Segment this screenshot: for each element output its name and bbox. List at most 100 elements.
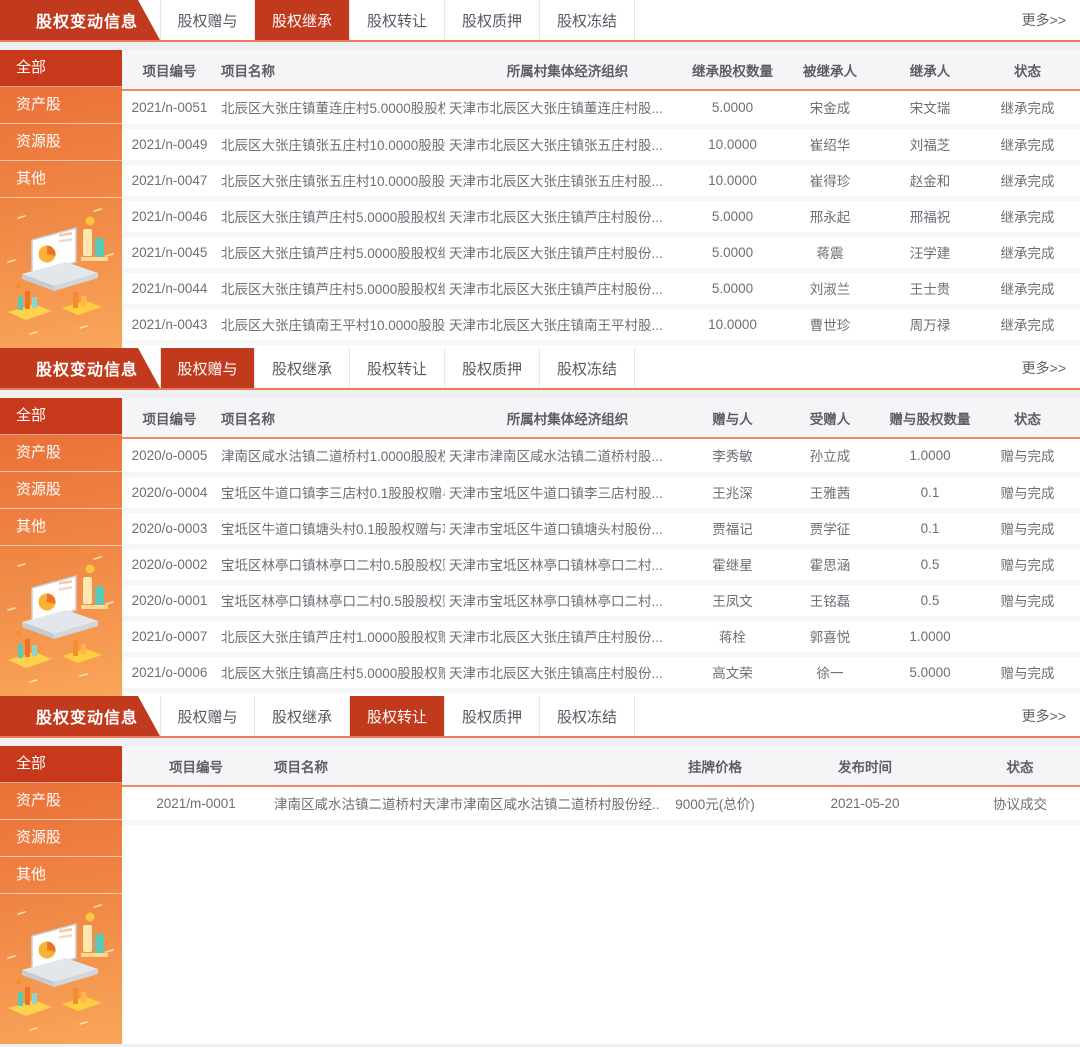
cell: 2021/n-0049 (122, 126, 217, 162)
cell: 宝坻区林亭口镇林亭口二村0.5股股权赠与... (217, 582, 445, 618)
more-link[interactable]: 更多>> (1022, 348, 1080, 388)
sidebar-item-其他[interactable]: 其他 (0, 161, 122, 198)
cell: 10.0000 (690, 306, 775, 342)
column-header-项目名称: 项目名称 (270, 746, 660, 786)
records-table-wrap: 项目编号项目名称所属村集体经济组织继承股权数量被继承人继承人状态2021/n-0… (122, 50, 1080, 348)
tab-股权冻结[interactable]: 股权冻结 (540, 696, 635, 736)
sidebar-item-资产股[interactable]: 资产股 (0, 87, 122, 124)
sidebar-item-资源股[interactable]: 资源股 (0, 124, 122, 161)
cell: 5.0000 (690, 90, 775, 126)
table-row[interactable]: 2021/o-0006北辰区大张庄镇高庄村5.0000股股权赠与...天津市北辰… (122, 654, 1080, 690)
cell: 2021/n-0045 (122, 234, 217, 270)
sidebar-item-资产股[interactable]: 资产股 (0, 435, 122, 472)
cell: 霍思涵 (775, 546, 885, 582)
column-header-继承股权数量: 继承股权数量 (690, 50, 775, 90)
cell: 9000元(总价) (660, 786, 770, 822)
tab-股权赠与[interactable]: 股权赠与 (160, 348, 255, 388)
tab-股权赠与[interactable]: 股权赠与 (160, 696, 255, 736)
cell: 王雅茜 (775, 474, 885, 510)
transfer-table: 项目编号项目名称挂牌价格发布时间状态2021/m-0001津南区咸水沽镇二道桥村… (122, 746, 1080, 825)
cell: 赠与完成 (975, 582, 1080, 618)
column-header-被继承人: 被继承人 (775, 50, 885, 90)
cell: 津南区咸水沽镇二道桥村1.0000股股权赠... (217, 438, 445, 474)
cell: 10.0000 (690, 162, 775, 198)
cell: 天津市宝坻区林亭口镇林亭口二村... (445, 582, 690, 618)
cell: 0.1 (885, 474, 975, 510)
cell: 北辰区大张庄镇高庄村5.0000股股权赠与... (217, 654, 445, 690)
tab-股权冻结[interactable]: 股权冻结 (540, 0, 635, 40)
cell: 宝坻区牛道口镇塘头村0.1股股权赠与项目 (217, 510, 445, 546)
tab-bar: 股权赠与股权继承股权转让股权质押股权冻结 (160, 0, 635, 40)
cell: 北辰区大张庄镇芦庄村5.0000股股权继承... (217, 234, 445, 270)
column-header-受赠人: 受赠人 (775, 398, 885, 438)
cell: 宝坻区林亭口镇林亭口二村0.5股股权赠与... (217, 546, 445, 582)
cell: 0.5 (885, 582, 975, 618)
cell: 霍继星 (690, 546, 775, 582)
cell: 宋金成 (775, 90, 885, 126)
cell: 高文荣 (690, 654, 775, 690)
cell: 孙立成 (775, 438, 885, 474)
more-link[interactable]: 更多>> (1022, 696, 1080, 736)
table-row[interactable]: 2021/n-0045北辰区大张庄镇芦庄村5.0000股股权继承...天津市北辰… (122, 234, 1080, 270)
table-row[interactable]: 2020/o-0005津南区咸水沽镇二道桥村1.0000股股权赠...天津市津南… (122, 438, 1080, 474)
table-row[interactable]: 2021/o-0007北辰区大张庄镇芦庄村1.0000股股权赠与...天津市北辰… (122, 618, 1080, 654)
tab-股权质押[interactable]: 股权质押 (445, 348, 540, 388)
tab-股权赠与[interactable]: 股权赠与 (160, 0, 255, 40)
table-row[interactable]: 2020/o-0001宝坻区林亭口镇林亭口二村0.5股股权赠与...天津市宝坻区… (122, 582, 1080, 618)
cell: 王士贵 (885, 270, 975, 306)
cell: 赠与完成 (975, 654, 1080, 690)
tab-股权转让[interactable]: 股权转让 (350, 348, 445, 388)
cell: 5.0000 (690, 234, 775, 270)
column-header-继承人: 继承人 (885, 50, 975, 90)
table-row[interactable]: 2021/n-0044北辰区大张庄镇芦庄村5.0000股股权继承...天津市北辰… (122, 270, 1080, 306)
tab-股权转让[interactable]: 股权转让 (350, 0, 445, 40)
cell: 2020/o-0001 (122, 582, 217, 618)
panel-header: 股权变动信息 股权赠与股权继承股权转让股权质押股权冻结 更多>> (0, 0, 1080, 42)
tab-股权继承[interactable]: 股权继承 (255, 348, 350, 388)
tab-bar: 股权赠与股权继承股权转让股权质押股权冻结 (160, 348, 635, 388)
cell: 汪学建 (885, 234, 975, 270)
sidebar-item-资源股[interactable]: 资源股 (0, 472, 122, 509)
sidebar-item-全部[interactable]: 全部 (0, 746, 122, 783)
panel-header: 股权变动信息 股权赠与股权继承股权转让股权质押股权冻结 更多>> (0, 348, 1080, 390)
table-row[interactable]: 2021/n-0047北辰区大张庄镇张五庄村10.0000股股权继...天津市北… (122, 162, 1080, 198)
cell: 王凤文 (690, 582, 775, 618)
cell: 0.5 (885, 546, 975, 582)
sidebar-item-全部[interactable]: 全部 (0, 398, 122, 435)
column-header-项目名称: 项目名称 (217, 50, 445, 90)
tab-股权质押[interactable]: 股权质押 (445, 696, 540, 736)
table-row[interactable]: 2021/n-0051北辰区大张庄镇董连庄村5.0000股股权继...天津市北辰… (122, 90, 1080, 126)
cell: 1.0000 (885, 438, 975, 474)
sidebar-item-其他[interactable]: 其他 (0, 509, 122, 546)
sidebar-item-其他[interactable]: 其他 (0, 857, 122, 894)
table-row[interactable]: 2021/n-0046北辰区大张庄镇芦庄村5.0000股股权继承...天津市北辰… (122, 198, 1080, 234)
cell: 蒋栓 (690, 618, 775, 654)
column-header-赠与人: 赠与人 (690, 398, 775, 438)
cell: 2021/n-0043 (122, 306, 217, 342)
panel-header: 股权变动信息 股权赠与股权继承股权转让股权质押股权冻结 更多>> (0, 696, 1080, 738)
tab-股权质押[interactable]: 股权质押 (445, 0, 540, 40)
table-row[interactable]: 2021/m-0001津南区咸水沽镇二道桥村天津市津南区咸水沽镇二道桥村股份经.… (122, 786, 1080, 822)
cell: 继承完成 (975, 126, 1080, 162)
sidebar-item-全部[interactable]: 全部 (0, 50, 122, 87)
cell: 王兆深 (690, 474, 775, 510)
sidebar-item-资源股[interactable]: 资源股 (0, 820, 122, 857)
tab-股权冻结[interactable]: 股权冻结 (540, 348, 635, 388)
column-header-赠与股权数量: 赠与股权数量 (885, 398, 975, 438)
cell: 2021/o-0006 (122, 654, 217, 690)
table-row[interactable]: 2020/o-0004宝坻区牛道口镇李三店村0.1股股权赠与项目天津市宝坻区牛道… (122, 474, 1080, 510)
tab-股权转让[interactable]: 股权转让 (350, 696, 445, 736)
table-row[interactable]: 2021/n-0043北辰区大张庄镇南王平村10.0000股股权继...天津市北… (122, 306, 1080, 342)
cell: 北辰区大张庄镇芦庄村5.0000股股权继承... (217, 270, 445, 306)
sidebar-item-资产股[interactable]: 资产股 (0, 783, 122, 820)
table-row[interactable]: 2020/o-0003宝坻区牛道口镇塘头村0.1股股权赠与项目天津市宝坻区牛道口… (122, 510, 1080, 546)
table-row[interactable]: 2021/n-0049北辰区大张庄镇张五庄村10.0000股股权继...天津市北… (122, 126, 1080, 162)
tab-股权继承[interactable]: 股权继承 (255, 0, 350, 40)
table-row[interactable]: 2020/o-0002宝坻区林亭口镇林亭口二村0.5股股权赠与...天津市宝坻区… (122, 546, 1080, 582)
tab-股权继承[interactable]: 股权继承 (255, 696, 350, 736)
equity-change-panel-gift: 股权变动信息 股权赠与股权继承股权转让股权质押股权冻结 更多>> 全部资产股资源… (0, 348, 1080, 696)
cell: 北辰区大张庄镇张五庄村10.0000股股权继... (217, 126, 445, 162)
cell: 2021/n-0051 (122, 90, 217, 126)
column-header-挂牌价格: 挂牌价格 (660, 746, 770, 786)
more-link[interactable]: 更多>> (1022, 0, 1080, 40)
